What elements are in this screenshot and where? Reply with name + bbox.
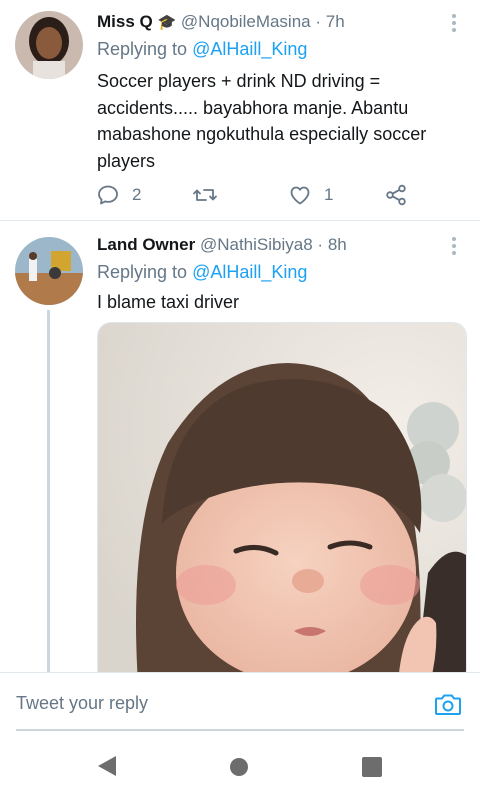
like-count: 1 (324, 185, 334, 204)
tweet-text: Soccer players + drink ND driving = acci… (97, 68, 467, 174)
tweet-header: Miss Q 🎓 @NqobileMasina · 7h (97, 12, 345, 32)
tweet-actions: 2 1 (96, 180, 426, 210)
tweet-text-line: Soccer players + drink ND driving = (97, 71, 381, 91)
author-handle[interactable]: @NathiSibiya8 (200, 235, 313, 254)
tweet-text-line: mabashone ngokuthula especially soccer (97, 124, 427, 144)
reply-input[interactable]: Tweet your reply (16, 693, 148, 714)
reply-count: 2 (132, 185, 142, 204)
tweet-1[interactable]: Miss Q 🎓 @NqobileMasina · 7h Replying to… (0, 0, 480, 220)
mention-link[interactable]: @AlHaill_King (192, 39, 307, 59)
retweet-button[interactable] (192, 180, 218, 210)
tweet-text: I blame taxi driver (97, 292, 240, 312)
back-triangle-icon[interactable] (96, 754, 118, 783)
tweet-text-line: players (97, 150, 156, 171)
recents-square-icon[interactable] (361, 756, 383, 783)
replying-to: Replying to @AlHaill_King (97, 262, 307, 283)
tweet-header: Land Owner @NathiSibiya8 · 8h (97, 235, 347, 255)
author-handle[interactable]: @NqobileMasina (181, 12, 311, 31)
reply-input-underline (16, 729, 464, 731)
reply-button[interactable]: 2 (96, 180, 141, 210)
mention-link[interactable]: @AlHaill_King (192, 262, 307, 282)
camera-icon[interactable] (434, 691, 462, 722)
heart-icon (290, 186, 310, 205)
thread-line (47, 310, 50, 680)
more-vertical-icon[interactable] (452, 14, 456, 35)
avatar[interactable] (15, 237, 83, 305)
author-name[interactable]: Miss Q (97, 12, 153, 31)
tweet-image[interactable] (97, 322, 467, 684)
like-button[interactable]: 1 (288, 180, 333, 210)
more-vertical-icon[interactable] (452, 237, 456, 258)
avatar[interactable] (15, 11, 83, 79)
replying-to: Replying to @AlHaill_King (97, 39, 307, 60)
system-nav-bar (0, 736, 480, 796)
author-name[interactable]: Land Owner (97, 235, 195, 254)
share-button[interactable] (384, 180, 408, 210)
home-circle-icon[interactable] (229, 757, 249, 782)
share-icon (386, 184, 406, 206)
timestamp: 8h (327, 235, 347, 254)
reply-composer: Tweet your reply (0, 672, 480, 737)
separator-dot: · (317, 235, 324, 254)
replying-to-label: Replying to (97, 262, 188, 282)
reply-icon (98, 185, 118, 205)
graduation-cap-emoji: 🎓 (157, 14, 177, 31)
tweet-text-line: accidents..... bayabhora manje. Abantu (97, 97, 409, 118)
timestamp: 7h (325, 12, 345, 31)
replying-to-label: Replying to (97, 39, 188, 59)
separator-dot: · (315, 12, 322, 31)
retweet-icon (193, 189, 217, 201)
